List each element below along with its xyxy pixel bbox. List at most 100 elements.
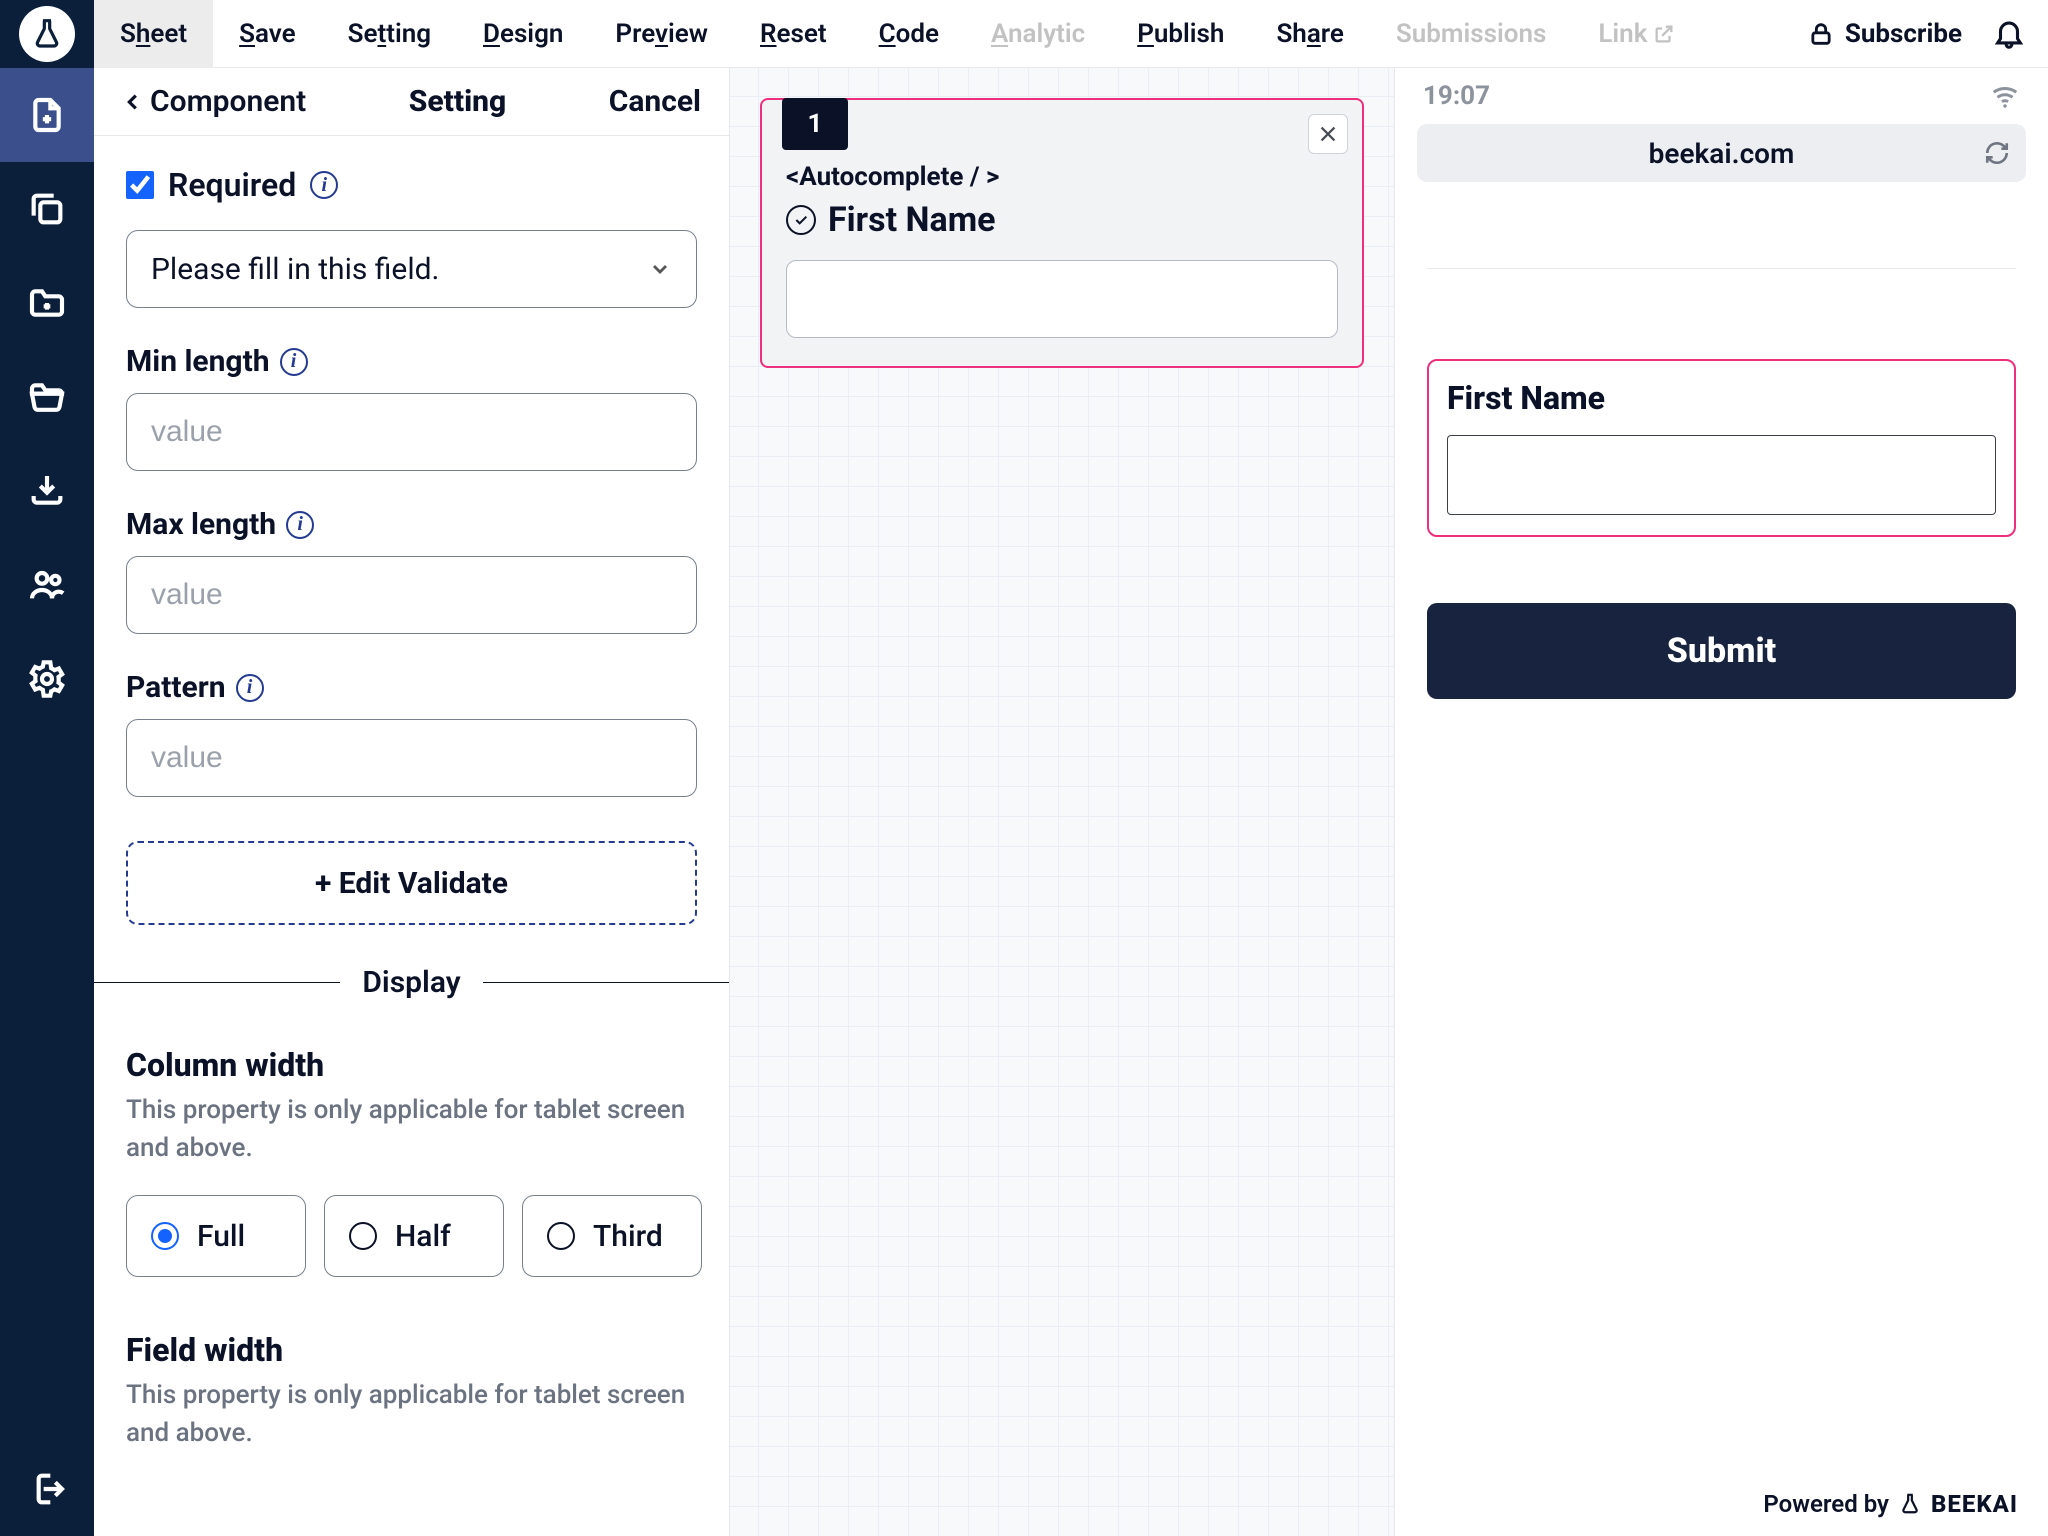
min-length-label: Min lengthi [126, 344, 697, 379]
download-icon [27, 471, 67, 511]
min-length-input[interactable] [126, 393, 697, 471]
max-length-input[interactable] [126, 556, 697, 634]
preview-statusbar: 19:07 [1395, 68, 2048, 124]
width-option-full[interactable]: Full [126, 1195, 306, 1277]
lock-icon [1807, 20, 1835, 48]
required-message-value: Please fill in this field. [151, 252, 439, 287]
info-icon[interactable]: i [310, 171, 338, 199]
component-tag: <Autocomplete / > [762, 100, 1362, 192]
brand-logo[interactable] [0, 0, 94, 68]
canvas: 1 <Autocomplete / > First Name [730, 68, 1394, 1536]
close-icon [1317, 123, 1339, 145]
display-section-header: Display [94, 965, 729, 1000]
tab-preview[interactable]: Preview [589, 0, 734, 68]
tab-code[interactable]: Code [853, 0, 965, 68]
flask-icon [31, 18, 63, 50]
check-circle-icon [786, 205, 816, 235]
pattern-input[interactable] [126, 719, 697, 797]
radio-icon [349, 1222, 377, 1250]
folder-open-icon [27, 377, 67, 417]
component-title-row: First Name [762, 192, 1362, 240]
preview-divider [1427, 268, 2016, 269]
logout-icon [27, 1469, 67, 1509]
tab-design[interactable]: Design [457, 0, 589, 68]
preview-submit-button[interactable]: Submit [1427, 603, 2016, 699]
tab-reset[interactable]: Reset [734, 0, 853, 68]
column-width-desc: This property is only applicable for tab… [126, 1092, 686, 1167]
required-message-select[interactable]: Please fill in this field. [126, 230, 697, 308]
topbar: Sheet Save Setting Design Preview Reset … [94, 0, 2048, 68]
required-label: Required [168, 166, 296, 204]
reload-icon[interactable] [1984, 140, 2010, 166]
preview-urlbar[interactable]: beekai.com [1417, 124, 2026, 182]
field-width-desc: This property is only applicable for tab… [126, 1377, 686, 1452]
preview-panel: 19:07 beekai.com First Name Submit Power… [1394, 68, 2048, 1536]
chevron-left-icon [122, 91, 144, 113]
powered-by-label: Powered by [1763, 1490, 1889, 1518]
component-card[interactable]: 1 <Autocomplete / > First Name [760, 98, 1364, 368]
radio-icon [547, 1222, 575, 1250]
file-plus-icon [27, 95, 67, 135]
users-icon [27, 565, 67, 605]
notifications-button[interactable] [1992, 16, 2028, 52]
required-checkbox[interactable] [126, 171, 154, 199]
nav-team[interactable] [0, 538, 94, 632]
copy-icon [27, 189, 67, 229]
chevron-down-icon [648, 257, 672, 281]
column-width-options: Full Half Third [126, 1195, 697, 1277]
column-width-title: Column width [126, 1046, 697, 1084]
width-option-half[interactable]: Half [324, 1195, 504, 1277]
settings-panel: Component Setting Cancel Required i Plea… [94, 68, 730, 1536]
wifi-icon [1990, 81, 2020, 111]
preview-field-input[interactable] [1447, 435, 1996, 515]
info-icon[interactable]: i [286, 511, 314, 539]
radio-icon [151, 1222, 179, 1250]
display-section-label: Display [340, 965, 482, 1000]
pattern-label: Patterni [126, 670, 697, 705]
nav-add-page[interactable] [0, 68, 94, 162]
preview-url-text: beekai.com [1649, 137, 1795, 170]
cancel-button[interactable]: Cancel [609, 84, 701, 119]
tab-link[interactable]: Link [1572, 0, 1701, 68]
required-row: Required i [126, 166, 697, 204]
tab-save[interactable]: Save [213, 0, 322, 68]
preview-form: First Name Submit [1395, 182, 2048, 699]
preview-footer: Powered by BEEKAI [1763, 1490, 2018, 1518]
tab-share[interactable]: Share [1250, 0, 1369, 68]
tab-sheet[interactable]: Sheet [94, 0, 213, 68]
nav-import[interactable] [0, 444, 94, 538]
tab-analytic[interactable]: Analytic [965, 0, 1111, 68]
panel-title: Setting [332, 84, 582, 119]
folder-plus-icon [27, 283, 67, 323]
brand-name: BEEKAI [1931, 1490, 2018, 1518]
info-icon[interactable]: i [236, 674, 264, 702]
settings-body: Required i Please fill in this field. Mi… [94, 136, 729, 1453]
nav-pages[interactable] [0, 162, 94, 256]
tab-publish[interactable]: Publish [1111, 0, 1250, 68]
back-to-component[interactable]: Component [122, 84, 306, 119]
component-index-badge: 1 [782, 98, 848, 150]
gear-icon [27, 659, 67, 699]
preview-time: 19:07 [1423, 81, 1490, 111]
nav-add-folder[interactable] [0, 256, 94, 350]
left-nav [0, 0, 94, 1536]
tab-setting[interactable]: Setting [322, 0, 457, 68]
edit-validate-button[interactable]: + Edit Validate [126, 841, 697, 925]
width-option-third[interactable]: Third [522, 1195, 702, 1277]
tab-submissions[interactable]: Submissions [1370, 0, 1572, 68]
field-width-title: Field width [126, 1331, 697, 1369]
nav-spacer [0, 726, 94, 1442]
nav-logout[interactable] [0, 1442, 94, 1536]
flask-icon [1899, 1493, 1921, 1515]
subscribe-button[interactable]: Subscribe [1807, 19, 1962, 49]
settings-header: Component Setting Cancel [94, 68, 729, 136]
subscribe-label: Subscribe [1845, 19, 1962, 49]
info-icon[interactable]: i [280, 348, 308, 376]
preview-first-name-field: First Name [1427, 359, 2016, 537]
back-label: Component [150, 84, 306, 119]
component-close-button[interactable] [1308, 114, 1348, 154]
nav-settings[interactable] [0, 632, 94, 726]
component-input-preview[interactable] [786, 260, 1338, 338]
nav-folder[interactable] [0, 350, 94, 444]
preview-field-label: First Name [1447, 379, 1996, 417]
